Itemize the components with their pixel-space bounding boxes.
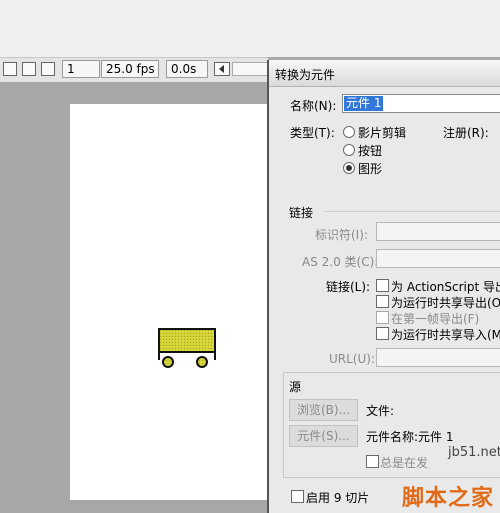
edit-multiple-frames-icon[interactable] bbox=[41, 62, 55, 76]
enable-9slice-checkbox[interactable] bbox=[291, 490, 304, 503]
browse-button[interactable]: 浏览(B)... bbox=[289, 399, 358, 421]
as2-class-label: AS 2.0 类(C): bbox=[302, 255, 379, 269]
export-actionscript-label: 为 ActionScript 导出(X) bbox=[391, 280, 500, 294]
name-input[interactable]: 元件 1 bbox=[342, 94, 500, 113]
elapsed-time: 0.0s bbox=[166, 60, 208, 78]
scroll-left-icon[interactable] bbox=[214, 62, 230, 76]
import-runtime-label: 为运行时共享导入(M) bbox=[391, 328, 500, 342]
source-section-title: 源 bbox=[289, 380, 302, 394]
timeline-scrollbar[interactable] bbox=[232, 62, 268, 76]
type-graphic-label: 图形 bbox=[358, 162, 383, 176]
type-label: 类型(T): bbox=[290, 126, 335, 140]
file-label: 文件: bbox=[366, 404, 395, 418]
export-runtime-checkbox[interactable] bbox=[376, 295, 389, 308]
identifier-input[interactable] bbox=[376, 222, 500, 241]
linkage-divider bbox=[325, 211, 500, 212]
watermark-url: jb51.net bbox=[448, 445, 500, 460]
toolbar-area bbox=[0, 0, 500, 57]
export-first-frame-checkbox[interactable] bbox=[376, 311, 389, 324]
dialog-titlebar[interactable]: 转换为元件 bbox=[269, 60, 500, 87]
as2-class-input[interactable] bbox=[376, 249, 500, 268]
export-runtime-label: 为运行时共享导出(O) bbox=[391, 296, 500, 310]
type-button-label: 按钮 bbox=[358, 144, 383, 158]
always-update-label: 总是在发 bbox=[380, 456, 429, 470]
linkage-label: 链接(L): bbox=[326, 280, 371, 294]
export-first-frame-label: 在第一帧导出(F) bbox=[391, 312, 480, 326]
symbol-name-label: 元件名称:元件 1 bbox=[366, 430, 454, 444]
type-radio-graphic[interactable] bbox=[343, 162, 355, 174]
onion-outline-icon[interactable] bbox=[22, 62, 36, 76]
url-input[interactable] bbox=[376, 348, 500, 367]
cart-shape[interactable] bbox=[156, 326, 220, 370]
dialog-title: 转换为元件 bbox=[275, 68, 336, 82]
timeline-status-bar: 1 25.0 fps 0.0s bbox=[0, 57, 268, 83]
url-label: URL(U): bbox=[329, 352, 375, 366]
name-label: 名称(N): bbox=[290, 99, 337, 113]
current-frame: 1 bbox=[62, 60, 100, 78]
watermark-brand: 脚本之家 bbox=[402, 486, 495, 511]
type-movieclip-label: 影片剪辑 bbox=[358, 126, 407, 140]
name-input-value: 元件 1 bbox=[344, 96, 384, 111]
export-actionscript-checkbox[interactable] bbox=[376, 279, 389, 292]
stage-canvas[interactable] bbox=[70, 104, 268, 500]
onion-skin-icon[interactable] bbox=[3, 62, 17, 76]
frame-rate: 25.0 fps bbox=[101, 60, 159, 78]
enable-9slice-label: 启用 9 切片 bbox=[306, 491, 370, 505]
registration-label: 注册(R): bbox=[443, 126, 489, 140]
linkage-section-title: 链接 bbox=[289, 206, 314, 220]
import-runtime-checkbox[interactable] bbox=[376, 327, 389, 340]
always-update-checkbox[interactable] bbox=[366, 455, 379, 468]
identifier-label: 标识符(I): bbox=[315, 228, 368, 242]
type-radio-movieclip[interactable] bbox=[343, 126, 355, 138]
symbol-button[interactable]: 元件(S)... bbox=[289, 425, 358, 447]
type-radio-button[interactable] bbox=[343, 144, 355, 156]
